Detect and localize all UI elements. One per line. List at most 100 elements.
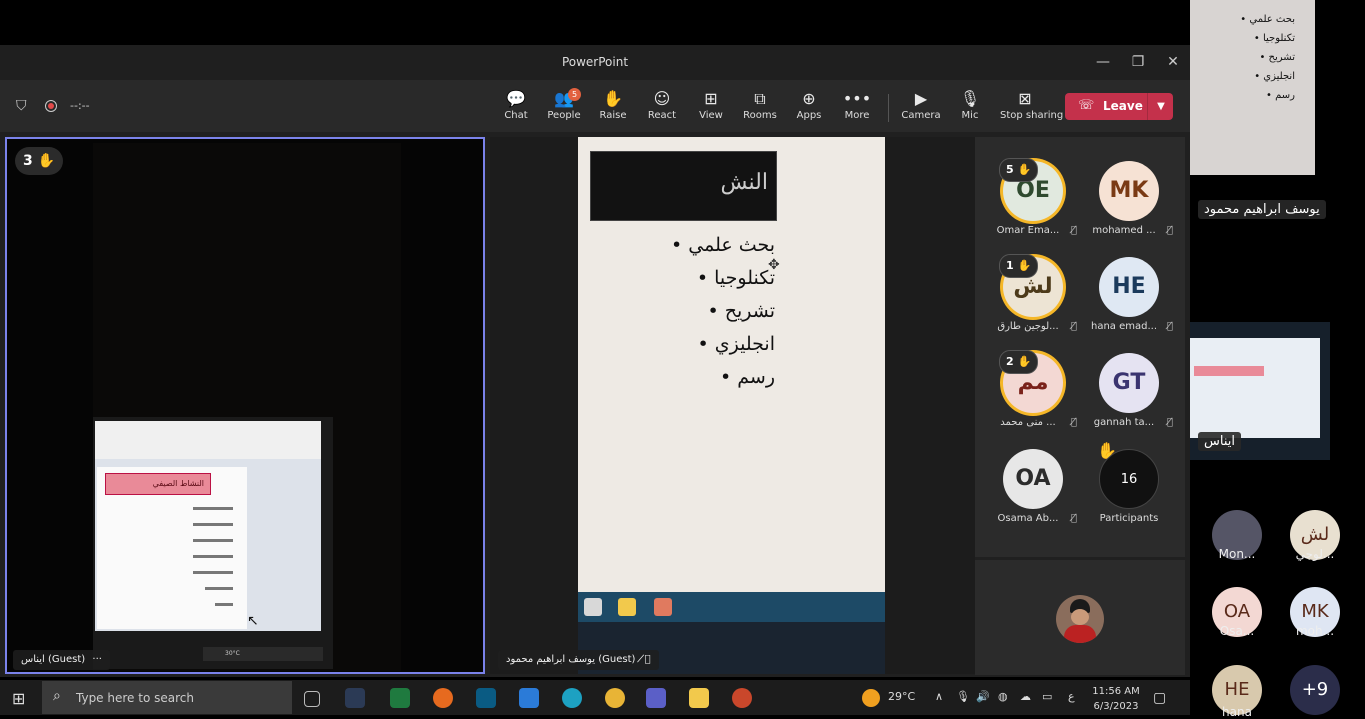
mail-icon bbox=[584, 598, 602, 616]
chevron-down-icon[interactable]: ▼ bbox=[1147, 93, 1174, 120]
secondary-slide-bullet: انجليزي bbox=[1240, 67, 1295, 86]
powerpoint-taskbar-icon[interactable] bbox=[732, 688, 752, 708]
chat-button[interactable]: 💬 Chat bbox=[491, 88, 541, 121]
mic-off-icon: 🎙̸ bbox=[1071, 513, 1078, 524]
chrome-icon[interactable] bbox=[605, 688, 625, 708]
search-placeholder: Type here to search bbox=[76, 691, 194, 705]
chat-icon: 💬 bbox=[506, 89, 526, 108]
participant-name: لوجين طارق... bbox=[997, 321, 1059, 332]
more-button[interactable]: ••• More bbox=[832, 88, 882, 121]
people-label: People bbox=[547, 110, 581, 121]
folder-icon bbox=[618, 598, 636, 616]
secondary-avatar[interactable]: +9 bbox=[1290, 665, 1340, 715]
plus-icon: ⊕ bbox=[802, 89, 816, 108]
input-language[interactable]: ع bbox=[1068, 690, 1075, 703]
overflow-label: Participants bbox=[1099, 513, 1159, 524]
participant-tile[interactable]: GT gannah ta... 🎙̸ bbox=[1081, 345, 1177, 441]
camera-button[interactable]: ▶ Camera bbox=[896, 88, 946, 121]
weather-icon[interactable] bbox=[862, 689, 880, 707]
rooms-icon: ⧉ bbox=[754, 89, 766, 108]
volume-icon[interactable]: 🔊 bbox=[976, 690, 990, 703]
participant-tile[interactable]: لش 1 ✋ لوجين طارق... 🎙̸ bbox=[985, 249, 1081, 345]
windows-start-icon[interactable]: ⊞ bbox=[12, 689, 25, 708]
people-button[interactable]: 👥 5 People bbox=[539, 88, 589, 121]
camera-label: Camera bbox=[901, 110, 941, 121]
secondary-slide-bullet: تشريح bbox=[1240, 48, 1295, 67]
self-view[interactable] bbox=[975, 560, 1185, 675]
apps-label: Apps bbox=[796, 110, 822, 121]
weather-temp: 29°C bbox=[888, 690, 916, 703]
network-icon[interactable]: ◍ bbox=[998, 690, 1008, 703]
participant-tile[interactable]: MK mohamed ... 🎙̸ bbox=[1081, 153, 1177, 249]
arduino-icon[interactable] bbox=[476, 688, 496, 708]
app-icon-c[interactable] bbox=[519, 688, 539, 708]
search-icon: ⌕ bbox=[53, 688, 61, 704]
file-explorer-icon[interactable] bbox=[689, 688, 709, 708]
slide-bullet: تكنلوجيا bbox=[671, 262, 775, 295]
battery-icon[interactable]: ▭ bbox=[1042, 690, 1052, 703]
slide-bullet: بحث علمي bbox=[671, 229, 775, 262]
taskbar-search[interactable]: ⌕ Type here to search bbox=[42, 681, 292, 714]
video-tile-enas[interactable]: النشاط الصيفي ↖ 30°C 3 ✋ ايناس (Guest) ·… bbox=[5, 137, 485, 674]
participant-tile[interactable]: OE 5 ✋ Omar Ema... 🎙̸ bbox=[985, 153, 1081, 249]
phone-icon: ☏ bbox=[1078, 98, 1095, 113]
onedrive-icon[interactable]: ☁ bbox=[1020, 690, 1031, 703]
mic-label: Mic bbox=[961, 110, 979, 121]
view-button[interactable]: ⊞ View bbox=[686, 88, 736, 121]
move-cursor-icon: ✥ bbox=[768, 257, 780, 273]
excel-icon[interactable] bbox=[390, 688, 410, 708]
raised-hand-badge: 2 ✋ bbox=[999, 350, 1039, 374]
tray-chevron-icon[interactable]: ∧ bbox=[935, 690, 943, 703]
participant-tile[interactable]: HE hana emad... 🎙̸ bbox=[1081, 249, 1177, 345]
window-titlebar: PowerPoint — ❐ ✕ bbox=[0, 45, 1190, 80]
react-button[interactable]: ☺ React bbox=[637, 88, 687, 121]
video-tile-youssef[interactable]: النش بحث علميتكنلوجياتشريحانجليزيرسم ✥ ي… bbox=[490, 137, 975, 674]
window-title: PowerPoint bbox=[561, 55, 629, 69]
secondary-participant-name: Mon... bbox=[1218, 547, 1256, 561]
self-avatar bbox=[1056, 595, 1104, 643]
participant-name: mohamed ... bbox=[1092, 225, 1156, 236]
avatar: MK bbox=[1099, 161, 1159, 221]
hand-icon: ✋ bbox=[1013, 163, 1032, 176]
maximize-button[interactable]: ❐ bbox=[1127, 51, 1149, 73]
participant-tile[interactable]: OA Osama Ab... 🎙̸ bbox=[985, 441, 1081, 537]
leave-button[interactable]: ☏ Leave ▼ bbox=[1065, 93, 1173, 120]
camera-off-icon: ▶ bbox=[914, 89, 928, 108]
mic-off-icon: 🎙̸ bbox=[1071, 417, 1078, 428]
slide-bullet: تشريح bbox=[671, 295, 775, 328]
secondary-participant-name: Osa... bbox=[1219, 624, 1255, 638]
task-view-icon[interactable] bbox=[304, 691, 320, 707]
minimize-button[interactable]: — bbox=[1092, 51, 1114, 73]
tray-mic-icon[interactable]: 🎙 bbox=[956, 690, 970, 703]
rooms-button[interactable]: ⧉ Rooms bbox=[735, 88, 785, 121]
more-options-icon[interactable]: ··· bbox=[92, 654, 102, 665]
secondary-slide-bullet: رسم bbox=[1240, 86, 1295, 105]
secondary-slide: بحث علميتكنلوجياتشريحانجليزيرسم bbox=[1190, 0, 1315, 175]
video-taskbar: 30°C bbox=[203, 647, 323, 661]
doc-title: النشاط الصيفي bbox=[152, 479, 204, 488]
apps-button[interactable]: ⊕ Apps bbox=[784, 88, 834, 121]
video-taskbar bbox=[578, 592, 885, 622]
raise-button[interactable]: ✋ Raise bbox=[588, 88, 638, 121]
doc-title-box: النشاط الصيفي bbox=[105, 473, 211, 495]
app-icon-gmk[interactable] bbox=[345, 688, 365, 708]
participant-name: gannah ta... bbox=[1093, 417, 1155, 428]
mic-button[interactable]: 🎙 Mic bbox=[945, 88, 995, 121]
chat-label: Chat bbox=[504, 110, 528, 121]
teams-icon[interactable] bbox=[646, 688, 666, 708]
slide-bullet: رسم bbox=[671, 361, 775, 394]
slide-bullet: انجليزي bbox=[671, 328, 775, 361]
notification-icon[interactable]: ▢ bbox=[1153, 690, 1166, 706]
secondary-name-tag-mid: ايناس bbox=[1198, 432, 1241, 451]
firefox-icon[interactable] bbox=[433, 688, 453, 708]
close-button[interactable]: ✕ bbox=[1162, 51, 1184, 73]
react-label: React bbox=[647, 110, 677, 121]
participant-tile[interactable]: مم 2 ✋ منى محمد ... 🎙̸ bbox=[985, 345, 1081, 441]
taskbar-clock[interactable]: 11:56 AM 6/3/2023 bbox=[1090, 684, 1142, 714]
stop-button[interactable]: ⊠ Stop sharing bbox=[1000, 88, 1063, 121]
edge-icon[interactable] bbox=[562, 688, 582, 708]
mic-off-icon: 🎙̸ bbox=[1167, 225, 1174, 236]
participants-overflow-button[interactable]: ✋ 16 Participants bbox=[1081, 441, 1177, 537]
mic-off-icon: 🎙̸ bbox=[1071, 225, 1078, 236]
powerpoint-icon bbox=[654, 598, 672, 616]
